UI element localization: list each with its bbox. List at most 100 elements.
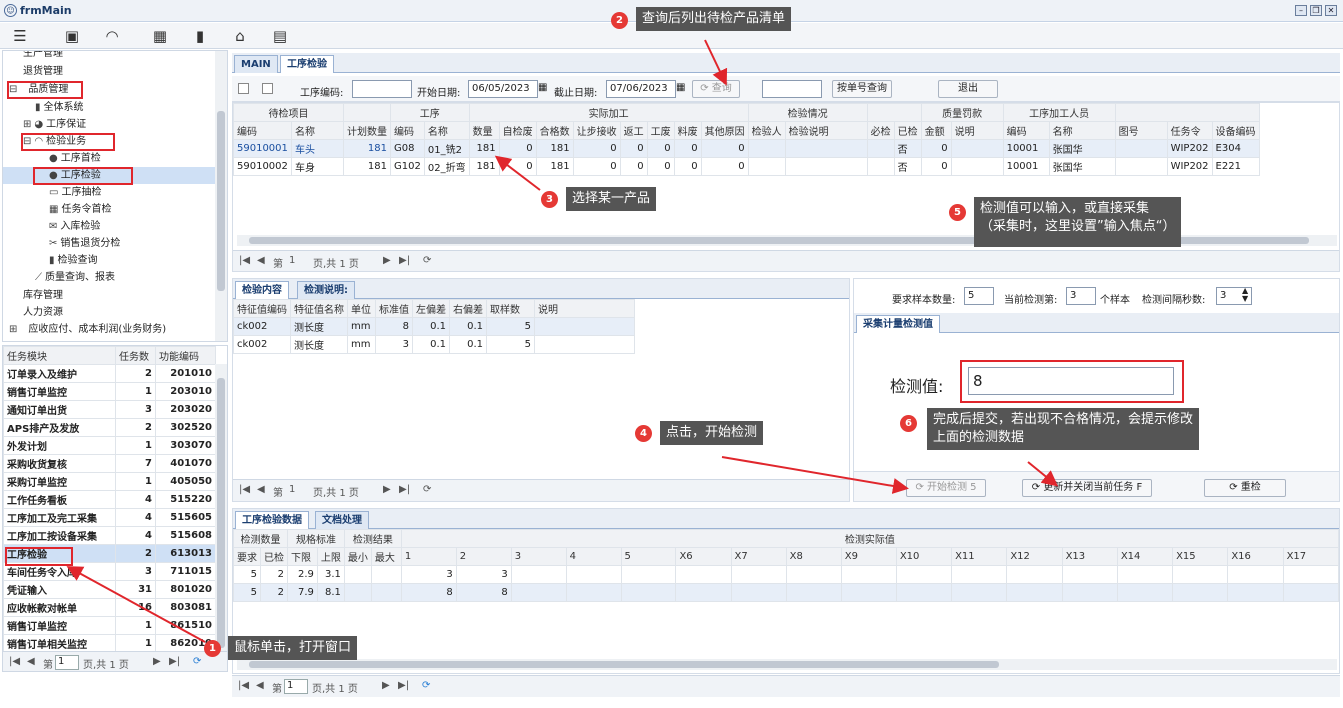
col-header[interactable]: 要求 bbox=[233, 547, 261, 566]
refresh-icon[interactable]: ⟳ bbox=[423, 255, 431, 266]
spin-icon[interactable]: ▲ ▼ bbox=[1242, 287, 1248, 303]
first-page-icon[interactable]: |◀ bbox=[238, 680, 249, 691]
col-header[interactable]: 数量 bbox=[468, 121, 500, 140]
data-hscroll[interactable] bbox=[237, 659, 1337, 670]
table-row[interactable]: 5 2 7.9 8.1 8 8 bbox=[233, 583, 1339, 602]
prev-page-icon[interactable]: ◀ bbox=[27, 656, 35, 667]
prev-page-icon[interactable]: ◀ bbox=[257, 484, 265, 495]
tree-item-first-inspection[interactable]: ● 工序首检 bbox=[49, 150, 101, 167]
col-header[interactable]: X10 bbox=[895, 547, 953, 566]
col-header[interactable]: 合格数 bbox=[535, 121, 574, 140]
tab-inspection-content[interactable]: 检验内容 bbox=[235, 281, 289, 299]
col-header[interactable]: 5 bbox=[620, 547, 677, 566]
task-scrollbar[interactable] bbox=[215, 364, 227, 651]
tree-item-quality-report[interactable]: ⟋ 质量查询、报表 bbox=[35, 269, 115, 286]
table-row[interactable]: 采购收货复核 7 401070 bbox=[3, 454, 216, 473]
inbox-icon[interactable]: ⌂ bbox=[228, 26, 252, 46]
col-header[interactable]: 取样数 bbox=[486, 299, 535, 318]
table-row[interactable]: 销售订单相关监控 1 862010 bbox=[3, 634, 216, 653]
col-header[interactable]: 最小 bbox=[343, 547, 372, 566]
col-header[interactable]: 最大 bbox=[370, 547, 402, 566]
col-header[interactable]: 单位 bbox=[347, 299, 376, 318]
scroll-thumb[interactable] bbox=[217, 378, 225, 648]
col-header[interactable]: 标准值 bbox=[375, 299, 413, 318]
table-row[interactable]: 应收帐款对帐单 16 803081 bbox=[3, 598, 216, 617]
tree-item-return-sort[interactable]: ✂ 销售退货分检 bbox=[49, 235, 120, 252]
tree-item-warehouse[interactable]: ✉ 入库检验 bbox=[49, 218, 100, 235]
col-header[interactable]: X9 bbox=[840, 547, 897, 566]
table-row[interactable]: 销售订单监控 1 203010 bbox=[3, 382, 216, 401]
table-row[interactable]: ck002 测长度 mm 8 0.1 0.1 5 bbox=[233, 317, 635, 336]
col-header[interactable]: 2 bbox=[455, 547, 512, 566]
col-header[interactable]: 设备编码 bbox=[1211, 121, 1260, 140]
col-header[interactable]: 编码 bbox=[390, 121, 425, 140]
table-cell[interactable] bbox=[1006, 565, 1063, 584]
col-header[interactable]: 右偏差 bbox=[449, 299, 487, 318]
table-row[interactable]: 59010001 车头 181 G08 01_铣2 181 0 181 0 0 0 0 0 否 0 10001… bbox=[233, 139, 1260, 158]
table-row[interactable]: 5 2 2.9 3.1 3 3 bbox=[233, 565, 1339, 584]
table-cell[interactable] bbox=[951, 565, 1008, 584]
end-date-input[interactable]: 07/06/2023 bbox=[606, 80, 676, 98]
col-header[interactable]: 名称 bbox=[291, 121, 344, 140]
tree-item-sampling[interactable]: ▭ 工序抽检 bbox=[49, 184, 101, 201]
table-row[interactable]: 凭证输入 31 801020 bbox=[3, 580, 216, 599]
restore-icon[interactable]: ❐ bbox=[1310, 5, 1322, 16]
col-header[interactable]: X17 bbox=[1282, 547, 1339, 566]
menu-icon[interactable]: ☰ bbox=[8, 26, 32, 46]
col-header[interactable]: X7 bbox=[730, 547, 787, 566]
tree-item-production[interactable]: 生产管理 bbox=[23, 51, 63, 62]
col-header[interactable]: 必检 bbox=[866, 121, 895, 140]
col-header[interactable]: 料废 bbox=[673, 121, 702, 140]
col-header[interactable]: 4 bbox=[565, 547, 622, 566]
col-header[interactable]: 其他原因 bbox=[700, 121, 749, 140]
submit-close-button[interactable]: ⟳ 更新并关闭当前任务 F bbox=[1022, 479, 1152, 497]
image-icon[interactable]: ▤ bbox=[268, 26, 292, 46]
col-header[interactable]: X6 bbox=[675, 547, 732, 566]
last-page-icon[interactable]: ▶| bbox=[399, 484, 410, 495]
tab-documents[interactable]: 文档处理 bbox=[315, 511, 369, 529]
col-header[interactable]: 下限 bbox=[287, 547, 318, 566]
last-page-icon[interactable]: ▶| bbox=[399, 255, 410, 266]
table-cell[interactable] bbox=[1116, 565, 1174, 584]
scroll-thumb[interactable] bbox=[217, 111, 225, 291]
col-header[interactable]: 让步接收 bbox=[572, 121, 621, 140]
calendar-icon[interactable]: ▦ bbox=[676, 82, 685, 93]
table-row[interactable]: 采购订单监控 1 405050 bbox=[3, 472, 216, 491]
col-header[interactable]: 名称 bbox=[1048, 121, 1116, 140]
col-header[interactable]: X8 bbox=[785, 547, 842, 566]
first-page-icon[interactable]: |◀ bbox=[9, 656, 20, 667]
tab-measure[interactable]: 采集计量检测值 bbox=[856, 315, 940, 333]
table-cell[interactable] bbox=[1172, 565, 1229, 584]
col-header[interactable]: 特征值名称 bbox=[290, 299, 348, 318]
table-cell[interactable] bbox=[1006, 583, 1063, 602]
scroll-thumb[interactable] bbox=[249, 661, 999, 668]
table-cell[interactable] bbox=[675, 565, 732, 584]
table-row[interactable]: 外发计划 1 303070 bbox=[3, 436, 216, 455]
col-header[interactable]: 已检 bbox=[893, 121, 922, 140]
tree-item-task-first[interactable]: ▦ 任务令首检 bbox=[49, 201, 111, 218]
table-cell[interactable] bbox=[895, 583, 953, 602]
tree-item-returns[interactable]: 退货管理 bbox=[23, 63, 63, 80]
col-header[interactable]: 说明 bbox=[534, 299, 635, 318]
tree-item-inventory[interactable]: 库存管理 bbox=[23, 287, 63, 304]
table-cell[interactable] bbox=[1282, 583, 1339, 602]
minimize-icon[interactable]: – bbox=[1295, 5, 1307, 16]
col-header[interactable]: X14 bbox=[1116, 547, 1174, 566]
proc-code-input[interactable] bbox=[352, 80, 412, 98]
table-row[interactable]: 销售订单监控 1 861510 bbox=[3, 616, 216, 635]
col-header[interactable]: 上限 bbox=[316, 547, 345, 566]
table-cell[interactable]: 3 bbox=[455, 565, 512, 584]
table-cell[interactable] bbox=[620, 565, 677, 584]
table-cell[interactable] bbox=[1227, 565, 1284, 584]
table-cell[interactable] bbox=[895, 565, 953, 584]
next-page-icon[interactable]: ▶ bbox=[382, 680, 390, 691]
prev-page-icon[interactable]: ◀ bbox=[257, 255, 265, 266]
table-cell[interactable] bbox=[1061, 565, 1118, 584]
col-header[interactable]: 编码 bbox=[233, 121, 292, 140]
order-query-button[interactable]: 按单号查询 bbox=[832, 80, 892, 98]
table-row[interactable]: 工作任务看板 4 515220 bbox=[3, 490, 216, 509]
col-header[interactable]: 任务模块 bbox=[3, 346, 116, 365]
calendar-icon[interactable]: ▦ bbox=[538, 82, 547, 93]
table-cell[interactable]: 3 bbox=[400, 565, 457, 584]
table-cell[interactable] bbox=[510, 565, 567, 584]
